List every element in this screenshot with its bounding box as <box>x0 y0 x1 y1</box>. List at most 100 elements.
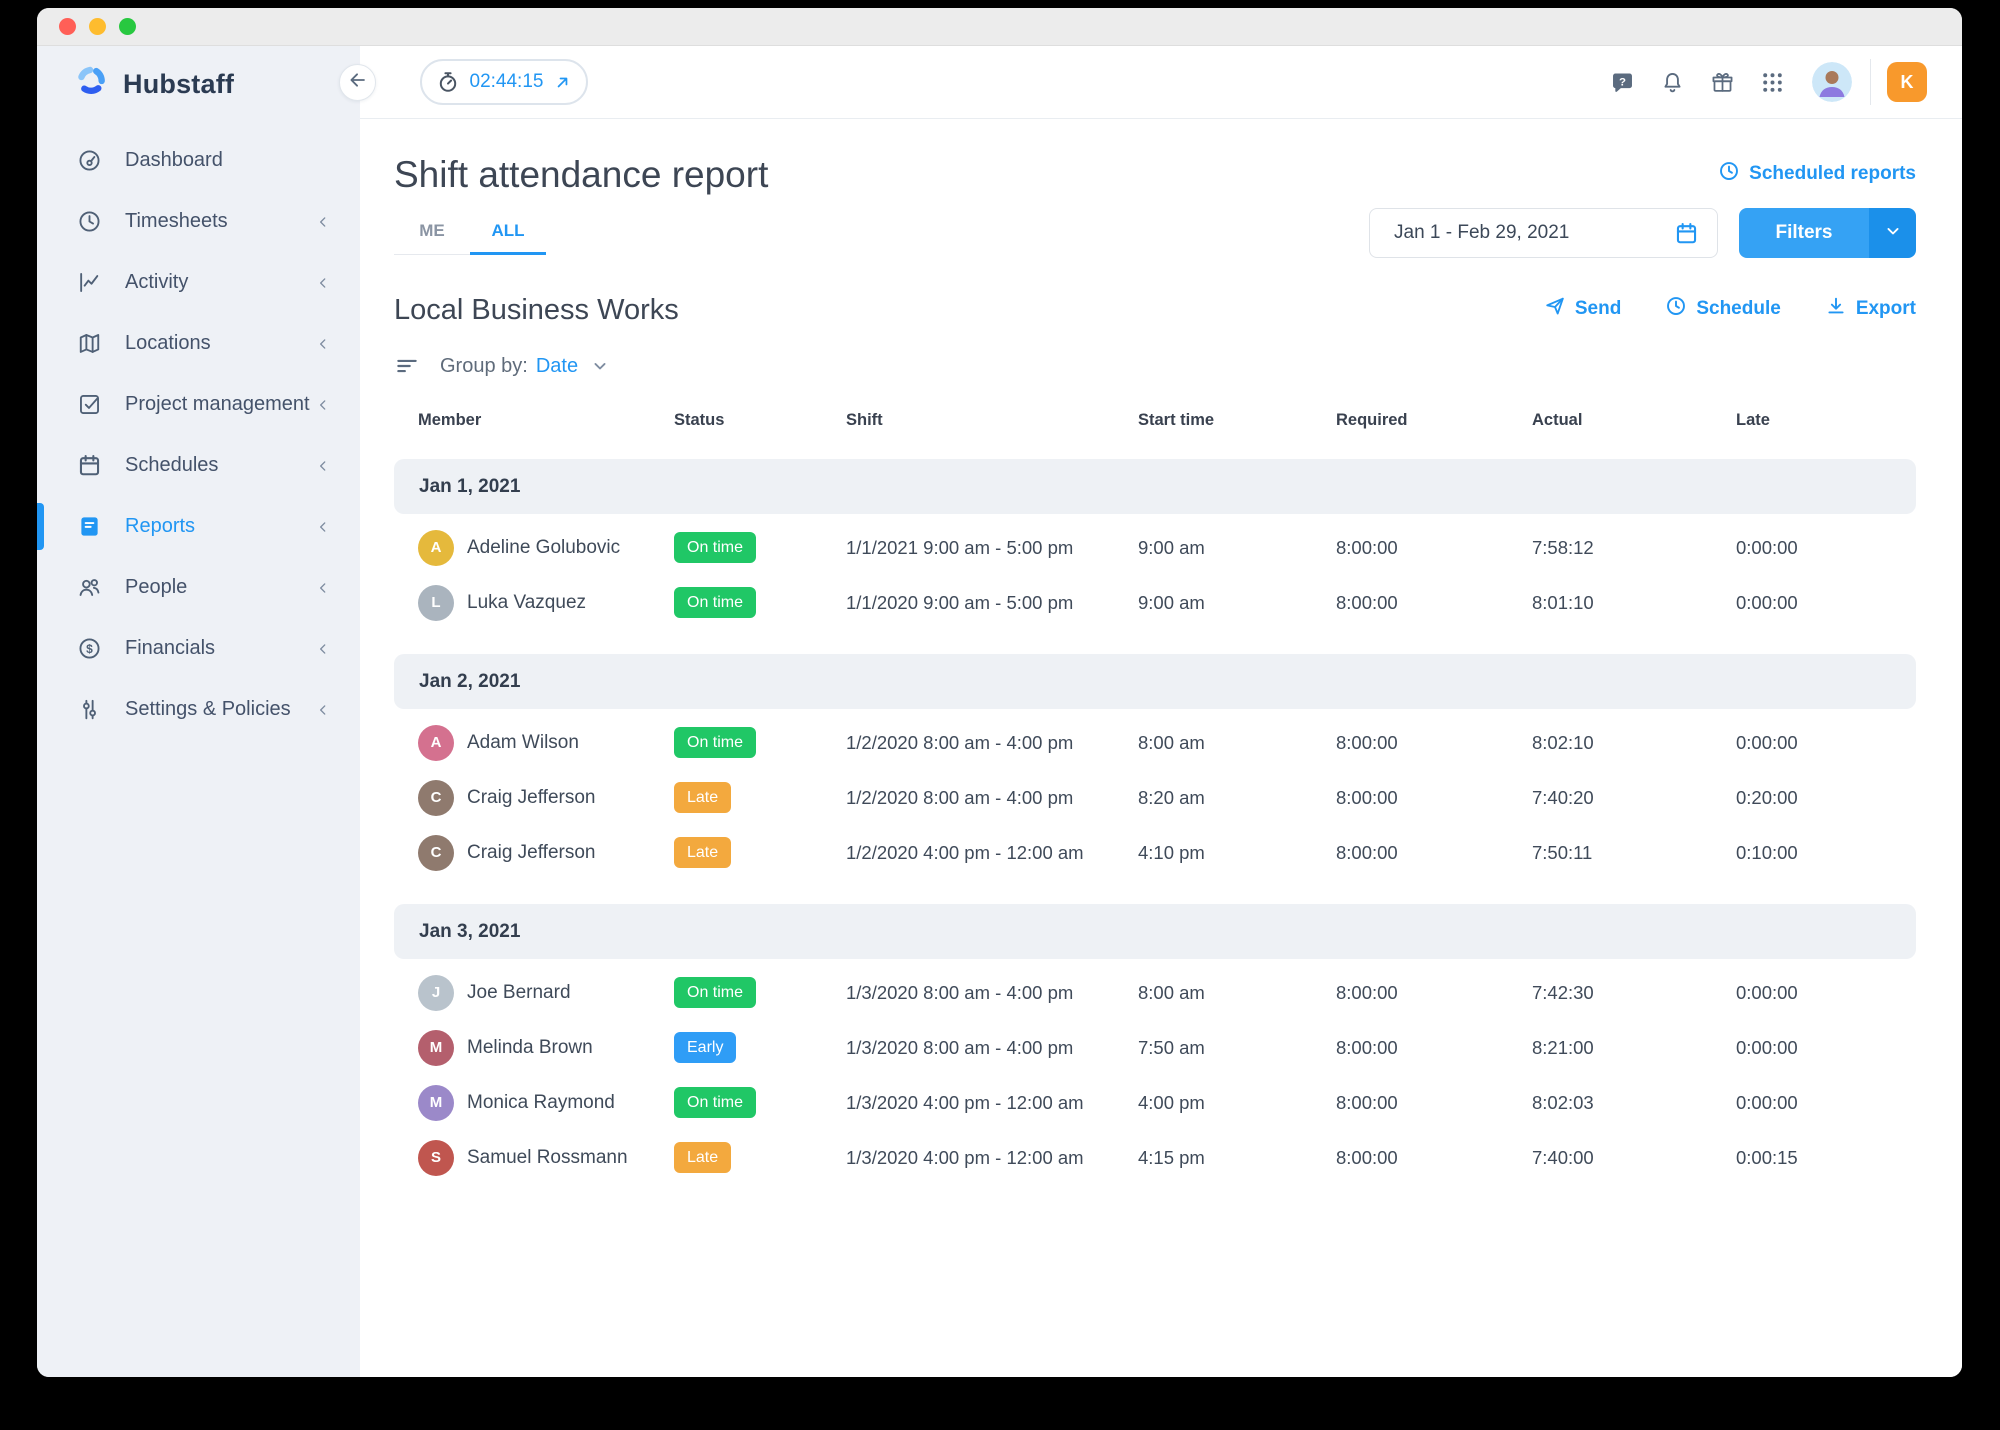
start-time-cell: 9:00 am <box>1138 592 1336 614</box>
table-row: M Monica Raymond On time 1/3/2020 4:00 p… <box>394 1075 1916 1130</box>
organization-title: Local Business Works <box>394 294 679 327</box>
account-switcher-button[interactable]: K <box>1887 62 1927 102</box>
timer-value: 02:44:15 <box>470 71 544 93</box>
shift-cell: 1/1/2020 9:00 am - 5:00 pm <box>846 592 1138 614</box>
late-cell: 0:10:00 <box>1736 842 1916 864</box>
member-name: Adeline Golubovic <box>467 537 620 559</box>
sidebar-item-schedules[interactable]: Schedules <box>37 435 360 496</box>
hubstaff-logo[interactable]: Hubstaff <box>37 62 360 106</box>
sidebar-item-timesheets[interactable]: Timesheets <box>37 191 360 252</box>
late-cell: 0:00:00 <box>1736 982 1916 1004</box>
sidebar-item-dashboard[interactable]: Dashboard <box>37 130 360 191</box>
status-badge: Late <box>674 1142 731 1173</box>
calendar-icon <box>1674 221 1699 246</box>
actual-cell: 7:42:30 <box>1532 982 1736 1004</box>
help-icon[interactable]: ? <box>1610 70 1635 95</box>
member-avatar: C <box>418 835 454 871</box>
arrow-up-right-icon <box>553 73 572 92</box>
chevron-left-icon <box>314 213 332 231</box>
member-name: Samuel Rossmann <box>467 1147 628 1169</box>
apps-grid-icon[interactable] <box>1760 70 1785 95</box>
gift-icon[interactable] <box>1710 70 1735 95</box>
late-cell: 0:00:00 <box>1736 537 1916 559</box>
filters-label[interactable]: Filters <box>1739 208 1869 258</box>
export-link[interactable]: Export <box>1825 295 1916 323</box>
sidebar-item-people[interactable]: People <box>37 557 360 618</box>
sidebar-item-financials[interactable]: $ Financials <box>37 618 360 679</box>
svg-text:$: $ <box>86 642 93 656</box>
scheduled-reports-link[interactable]: Scheduled reports <box>1718 160 1916 188</box>
topbar-icons: ? <box>1610 70 1785 95</box>
date-range-input[interactable]: Jan 1 - Feb 29, 2021 <box>1369 208 1718 258</box>
sidebar-item-settings-policies[interactable]: Settings & Policies <box>37 679 360 740</box>
start-time-cell: 4:15 pm <box>1138 1147 1336 1169</box>
svg-text:?: ? <box>1619 76 1626 88</box>
topbar-divider <box>1870 59 1871 105</box>
shift-cell: 1/3/2020 8:00 am - 4:00 pm <box>846 982 1138 1004</box>
member-cell: M Monica Raymond <box>418 1085 674 1121</box>
window-titlebar <box>37 8 1962 46</box>
send-link[interactable]: Send <box>1544 295 1621 323</box>
member-avatar: A <box>418 725 454 761</box>
sidebar-item-activity[interactable]: Activity <box>37 252 360 313</box>
chevron-left-icon <box>314 579 332 597</box>
start-time-cell: 4:10 pm <box>1138 842 1336 864</box>
shift-cell: 1/2/2020 8:00 am - 4:00 pm <box>846 787 1138 809</box>
brand-name: Hubstaff <box>123 69 234 100</box>
schedule-link[interactable]: Schedule <box>1665 295 1780 323</box>
column-header-start-time: Start time <box>1138 411 1336 430</box>
member-cell: C Craig Jefferson <box>418 780 674 816</box>
date-group-header: Jan 3, 2021 <box>394 904 1916 959</box>
member-cell: C Craig Jefferson <box>418 835 674 871</box>
timesheets-clock-icon <box>77 209 103 234</box>
map-icon <box>77 331 103 356</box>
member-name: Monica Raymond <box>467 1092 615 1114</box>
member-avatar: C <box>418 780 454 816</box>
filters-caret[interactable] <box>1869 208 1916 258</box>
page-content: Shift attendance report Scheduled report… <box>360 119 1962 1377</box>
timer-widget[interactable]: 02:44:15 <box>420 59 588 105</box>
date-group-label: Jan 1, 2021 <box>419 476 520 498</box>
group-by-select[interactable]: Date <box>536 355 610 378</box>
sidebar: Hubstaff Dashboard Timesheets Activity L… <box>37 46 360 1377</box>
member-name: Melinda Brown <box>467 1037 593 1059</box>
checkbox-icon <box>77 392 103 417</box>
actual-cell: 7:40:20 <box>1532 787 1736 809</box>
member-name: Luka Vazquez <box>467 592 586 614</box>
required-cell: 8:00:00 <box>1336 842 1532 864</box>
close-window-button[interactable] <box>59 18 76 35</box>
people-icon <box>77 575 103 600</box>
date-group: Jan 3, 2021 J Joe Bernard On time 1/3/20… <box>394 904 1916 1185</box>
chevron-left-icon <box>314 335 332 353</box>
tab-all[interactable]: ALL <box>470 211 546 255</box>
required-cell: 8:00:00 <box>1336 1147 1532 1169</box>
back-button[interactable] <box>339 64 376 101</box>
tab-me[interactable]: ME <box>394 211 470 255</box>
table-row: L Luka Vazquez On time 1/1/2020 9:00 am … <box>394 575 1916 630</box>
start-time-cell: 8:20 am <box>1138 787 1336 809</box>
start-time-cell: 9:00 am <box>1138 537 1336 559</box>
sidebar-item-reports[interactable]: Reports <box>37 496 360 557</box>
dollar-circle-icon: $ <box>77 636 103 661</box>
zoom-window-button[interactable] <box>119 18 136 35</box>
column-header-actual: Actual <box>1532 411 1736 430</box>
late-cell: 0:20:00 <box>1736 787 1916 809</box>
member-avatar: A <box>418 530 454 566</box>
scope-tabs: ME ALL <box>394 211 546 255</box>
required-cell: 8:00:00 <box>1336 1037 1532 1059</box>
actual-cell: 8:01:10 <box>1532 592 1736 614</box>
required-cell: 8:00:00 <box>1336 537 1532 559</box>
member-avatar: M <box>418 1085 454 1121</box>
app-window: Hubstaff Dashboard Timesheets Activity L… <box>37 8 1962 1377</box>
date-group-label: Jan 3, 2021 <box>419 921 520 943</box>
sidebar-item-project-management[interactable]: Project management <box>37 374 360 435</box>
bell-icon[interactable] <box>1660 70 1685 95</box>
actual-cell: 7:40:00 <box>1532 1147 1736 1169</box>
sidebar-item-locations[interactable]: Locations <box>37 313 360 374</box>
member-name: Craig Jefferson <box>467 842 596 864</box>
filters-button[interactable]: Filters <box>1739 208 1916 258</box>
user-avatar[interactable] <box>1812 62 1852 102</box>
clock-icon <box>1665 295 1687 323</box>
required-cell: 8:00:00 <box>1336 982 1532 1004</box>
minimize-window-button[interactable] <box>89 18 106 35</box>
